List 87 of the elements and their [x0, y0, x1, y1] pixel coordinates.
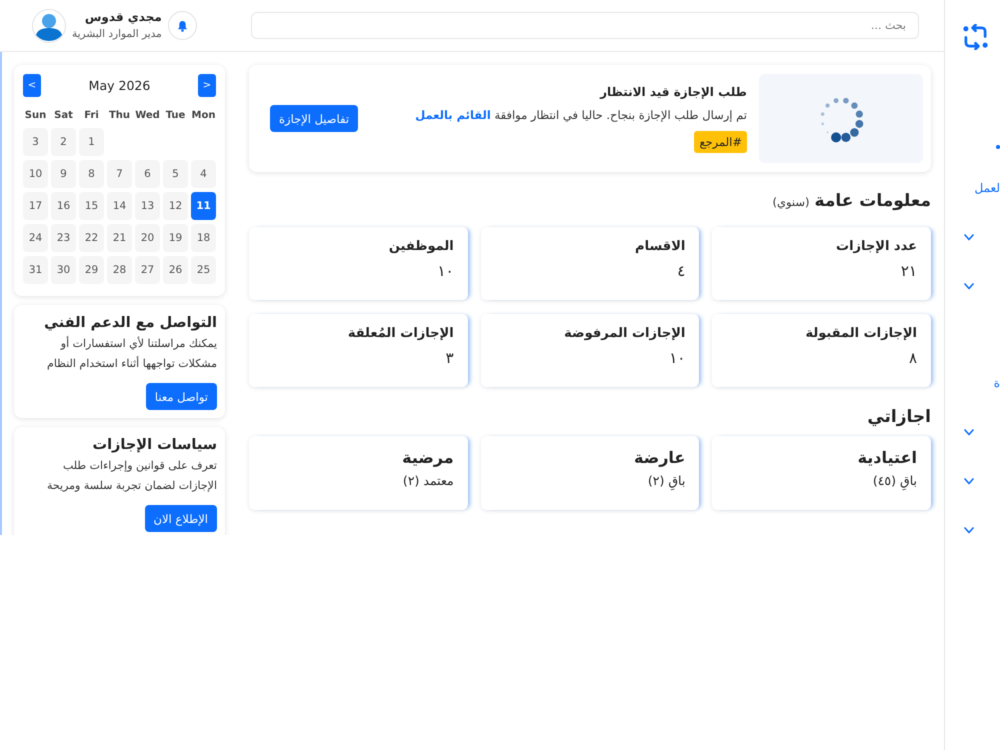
- calendar-day[interactable]: 9: [51, 160, 76, 188]
- chevron-down-icon[interactable]: [964, 283, 974, 290]
- section-note: (سنوي): [772, 194, 810, 211]
- previous-month-button[interactable]: <: [23, 74, 41, 97]
- weekday-label: Mon: [191, 109, 216, 123]
- sidebar-link[interactable]: لعمل: [974, 181, 1000, 195]
- calendar-day[interactable]: 12: [163, 192, 188, 220]
- avatar-icon[interactable]: [32, 8, 66, 42]
- notification-button[interactable]: [168, 11, 197, 40]
- swap-arrows-icon[interactable]: [962, 24, 989, 50]
- calendar-day[interactable]: 1: [79, 128, 104, 156]
- next-month-button[interactable]: >: [198, 74, 216, 97]
- user-name: مجدي قدوس: [84, 9, 162, 25]
- leave-balance: باقِ (٢): [648, 473, 686, 488]
- stat-value: ١٠: [669, 349, 686, 367]
- card-text: يمكنك مراسلتنا لأي استفسارات أو مشكلات تواجهها أثناء استخدام النظام: [46, 335, 217, 372]
- calendar-day[interactable]: 21: [107, 224, 132, 252]
- weekday-label: Tue: [164, 109, 186, 123]
- calendar-day[interactable]: 14: [107, 192, 132, 220]
- dot-icon: [996, 145, 1000, 149]
- request-message: تم إرسال طلب الإجازة بنجاح. حاليا في انتظار موافقة القائم بالعمل: [415, 108, 747, 122]
- chevron-down-icon[interactable]: [964, 527, 974, 534]
- calendar-day[interactable]: 17: [23, 192, 48, 220]
- weekday-label: Sun: [24, 109, 48, 123]
- stat-value: ٣: [446, 349, 454, 367]
- card-title: التواصل مع الدعم الفني: [44, 314, 217, 333]
- leave-details-button[interactable]: تفاصيل الإجازة: [270, 105, 358, 132]
- stat-value: ٢١: [900, 262, 917, 280]
- card-action-button[interactable]: الإطلاع الان: [144, 505, 217, 532]
- calendar-day[interactable]: 29: [79, 256, 104, 284]
- stat-label: الإجازات المقبولة: [805, 326, 917, 341]
- calendar-day[interactable]: 2: [51, 128, 76, 156]
- calendar-day[interactable]: 6: [135, 160, 160, 188]
- user-role: مدير الموارد البشرية: [72, 27, 162, 42]
- calendar-day[interactable]: 7: [107, 160, 132, 188]
- stat-label: عدد الإجازات: [836, 239, 917, 254]
- weekday-label: Thu: [108, 109, 132, 123]
- calendar-day[interactable]: 4: [191, 160, 216, 188]
- calendar-day[interactable]: 15: [79, 192, 104, 220]
- calendar-day[interactable]: 19: [163, 224, 188, 252]
- calendar-day[interactable]: 10: [23, 160, 48, 188]
- card-text: تعرف على قوانين وإجراءات طلب الإجازات لضمان تجربة سلسة ومريحة: [46, 458, 217, 494]
- leave-balance: معتمد (٢): [402, 473, 454, 488]
- calendar-day[interactable]: 18: [191, 224, 216, 252]
- chevron-down-icon[interactable]: [964, 429, 974, 436]
- request-title: طلب الإجازة قيد الانتظار: [600, 84, 747, 98]
- search-field[interactable]: بحث ...: [250, 12, 919, 39]
- calendar-day[interactable]: 23: [51, 224, 76, 252]
- calendar-day[interactable]: 11: [191, 192, 216, 220]
- calendar-day[interactable]: 28: [107, 256, 132, 284]
- calendar-day[interactable]: 16: [51, 192, 76, 220]
- weekday-label: Fri: [83, 109, 100, 123]
- calendar-day[interactable]: 26: [163, 256, 188, 284]
- stat-label: الموظفين: [388, 239, 454, 254]
- weekday-label: Wed: [135, 109, 160, 123]
- bell-icon: [176, 20, 188, 32]
- calendar-day[interactable]: 22: [79, 224, 104, 252]
- calendar-day[interactable]: 30: [51, 256, 76, 284]
- chevron-down-icon[interactable]: [964, 478, 974, 485]
- card-title: سياسات الإجازات: [92, 436, 217, 455]
- stat-value: ٤: [677, 262, 686, 280]
- calendar-day[interactable]: 31: [23, 256, 48, 284]
- calendar-day[interactable]: 20: [135, 224, 160, 252]
- calendar-day[interactable]: 24: [23, 224, 48, 252]
- leave-type: عارضة: [634, 448, 686, 467]
- calendar-day[interactable]: 25: [191, 256, 216, 284]
- stat-label: الإجازات المُعلقة: [348, 326, 454, 341]
- stat-label: الإجازات المرفوضة: [564, 326, 686, 341]
- calendar-day[interactable]: 5: [163, 160, 188, 188]
- leave-type: اعتيادية: [858, 448, 917, 467]
- leave-type: مرضية: [402, 448, 454, 467]
- calendar-day[interactable]: 27: [135, 256, 160, 284]
- stat-value: ٨: [908, 349, 917, 367]
- stat-label: الاقسام: [635, 239, 686, 254]
- card-action-button[interactable]: تواصل معنا: [146, 383, 217, 410]
- calendar-day[interactable]: 8: [79, 160, 104, 188]
- calendar-day[interactable]: 13: [135, 192, 160, 220]
- chevron-down-icon[interactable]: [964, 234, 974, 241]
- leave-balance: باقِ (٤٥): [872, 473, 917, 488]
- stat-value: ١٠: [438, 262, 454, 280]
- calendar-day[interactable]: 3: [23, 128, 48, 156]
- weekday-label: Sat: [53, 109, 74, 123]
- section-title: معلومات عامة: [814, 190, 931, 213]
- sidebar-link[interactable]: ة: [994, 376, 1000, 390]
- reference-tag: #المرجع: [694, 130, 747, 152]
- section-title: اجازاتي: [867, 406, 931, 429]
- month-title: May 2026: [88, 78, 150, 93]
